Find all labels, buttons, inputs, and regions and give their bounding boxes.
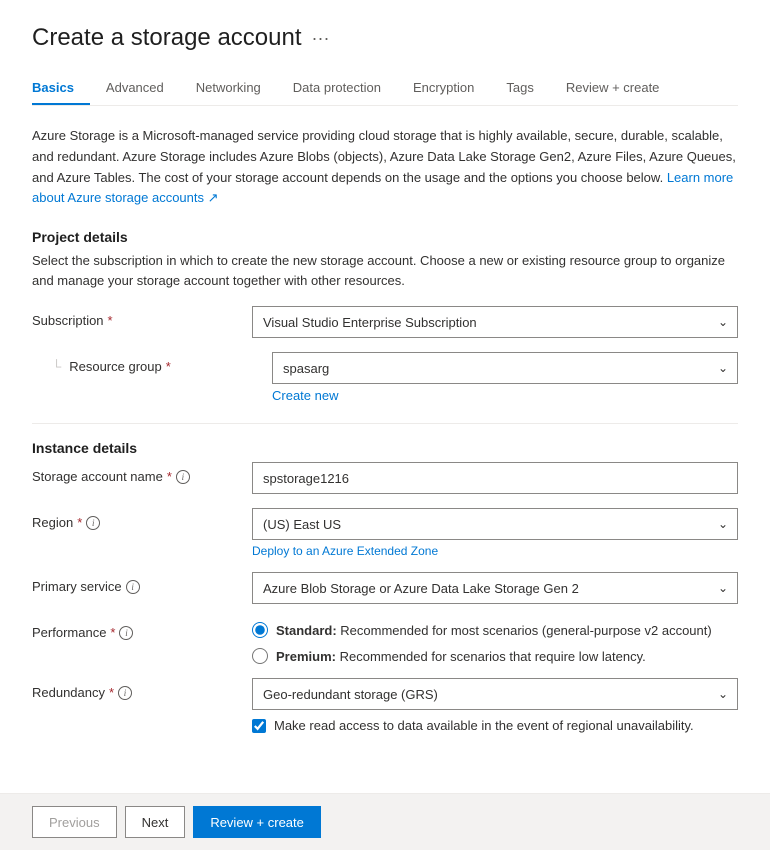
primary-service-info-icon[interactable]: i [126, 580, 140, 594]
performance-label: Performance * i [32, 618, 252, 640]
region-required: * [77, 515, 82, 530]
subscription-required: * [108, 313, 113, 328]
resource-group-control: spasarg ⌄ Create new [272, 352, 738, 403]
project-details-header: Project details [32, 229, 738, 245]
page-description: Azure Storage is a Microsoft-managed ser… [32, 126, 738, 209]
primary-service-select[interactable]: Azure Blob Storage or Azure Data Lake St… [252, 572, 738, 604]
performance-radio-group: Standard: Recommended for most scenarios… [252, 618, 738, 664]
resource-group-required: * [166, 359, 171, 374]
footer: Previous Next Review + create [0, 793, 770, 850]
performance-premium-label: Premium: Recommended for scenarios that … [276, 649, 646, 664]
primary-service-row: Primary service i Azure Blob Storage or … [32, 572, 738, 604]
project-details-section: Project details Select the subscription … [32, 229, 738, 403]
storage-account-name-row: Storage account name * i [32, 462, 738, 494]
redundancy-label: Redundancy * i [32, 678, 252, 700]
performance-required: * [110, 625, 115, 640]
subscription-label: Subscription * [32, 306, 252, 328]
redundancy-info-icon[interactable]: i [118, 686, 132, 700]
storage-account-name-label: Storage account name * i [32, 462, 252, 484]
subscription-select[interactable]: Visual Studio Enterprise Subscription [252, 306, 738, 338]
redundancy-select[interactable]: Geo-redundant storage (GRS) [252, 678, 738, 710]
region-row: Region * i (US) East US ⌄ Deploy to an A… [32, 508, 738, 558]
create-new-resource-group-link[interactable]: Create new [272, 388, 338, 403]
storage-account-name-control [252, 462, 738, 494]
redundancy-row: Redundancy * i Geo-redundant storage (GR… [32, 678, 738, 733]
region-select[interactable]: (US) East US [252, 508, 738, 540]
resource-group-label: └ Resource group * [52, 352, 272, 374]
performance-standard-option[interactable]: Standard: Recommended for most scenarios… [252, 622, 738, 638]
subscription-row: Subscription * Visual Studio Enterprise … [32, 306, 738, 338]
performance-row: Performance * i Standard: Recommended fo… [32, 618, 738, 664]
tab-basics[interactable]: Basics [32, 72, 90, 105]
external-link-icon: ↗ [208, 190, 219, 205]
read-access-checkbox[interactable] [252, 719, 266, 733]
tab-advanced[interactable]: Advanced [90, 72, 180, 105]
tab-tags[interactable]: Tags [490, 72, 549, 105]
performance-standard-radio[interactable] [252, 622, 268, 638]
storage-name-required: * [167, 469, 172, 484]
performance-info-icon[interactable]: i [119, 626, 133, 640]
region-info-icon[interactable]: i [86, 516, 100, 530]
project-details-description: Select the subscription in which to crea… [32, 251, 738, 290]
tab-networking[interactable]: Networking [180, 72, 277, 105]
extended-zone-link[interactable]: Deploy to an Azure Extended Zone [252, 544, 438, 558]
redundancy-checkbox-row: Make read access to data available in th… [252, 718, 738, 733]
resource-group-row: └ Resource group * spasarg ⌄ Create new [32, 352, 738, 403]
primary-service-label: Primary service i [32, 572, 252, 594]
storage-account-name-input[interactable] [252, 462, 738, 494]
page-title: Create a storage account [32, 24, 302, 52]
tab-data-protection[interactable]: Data protection [277, 72, 397, 105]
review-create-button[interactable]: Review + create [193, 806, 321, 838]
performance-premium-radio[interactable] [252, 648, 268, 664]
performance-control: Standard: Recommended for most scenarios… [252, 618, 738, 664]
primary-service-control: Azure Blob Storage or Azure Data Lake St… [252, 572, 738, 604]
tab-review-create[interactable]: Review + create [550, 72, 676, 105]
previous-button[interactable]: Previous [32, 806, 117, 838]
ellipsis-menu-icon[interactable]: ··· [312, 28, 330, 49]
region-control: (US) East US ⌄ Deploy to an Azure Extend… [252, 508, 738, 558]
performance-standard-label: Standard: Recommended for most scenarios… [276, 623, 712, 638]
instance-details-header: Instance details [32, 440, 738, 456]
subscription-control: Visual Studio Enterprise Subscription ⌄ [252, 306, 738, 338]
redundancy-required: * [109, 685, 114, 700]
tab-bar: Basics Advanced Networking Data protecti… [32, 72, 738, 106]
redundancy-control: Geo-redundant storage (GRS) ⌄ Make read … [252, 678, 738, 733]
instance-details-section: Instance details Storage account name * … [32, 440, 738, 733]
next-button[interactable]: Next [125, 806, 186, 838]
storage-name-info-icon[interactable]: i [176, 470, 190, 484]
region-label: Region * i [32, 508, 252, 530]
tab-encryption[interactable]: Encryption [397, 72, 490, 105]
performance-premium-option[interactable]: Premium: Recommended for scenarios that … [252, 648, 738, 664]
resource-group-select[interactable]: spasarg [272, 352, 738, 384]
read-access-checkbox-label: Make read access to data available in th… [274, 718, 694, 733]
